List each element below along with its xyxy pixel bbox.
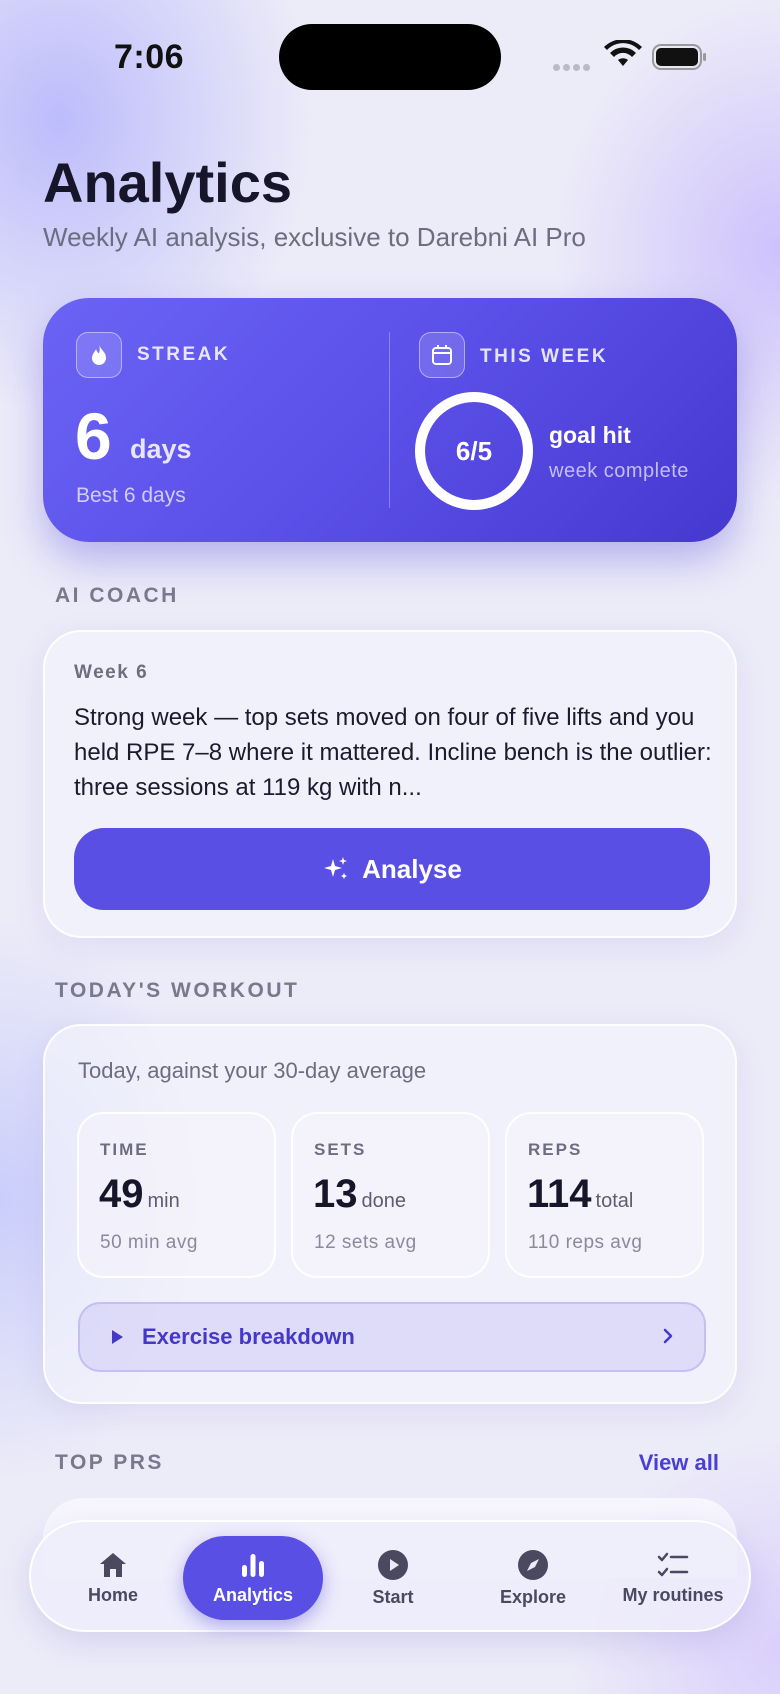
status-time: 7:06 <box>114 38 185 76</box>
checklist-icon <box>657 1552 689 1576</box>
streak-label: STREAK <box>137 344 231 365</box>
view-all-link[interactable]: View all <box>639 1450 719 1476</box>
tab-start[interactable]: Start <box>323 1536 463 1620</box>
stat-reps: REPS 114 total 110 reps avg <box>505 1112 704 1278</box>
cellular-signal-icon <box>553 58 593 71</box>
hero-divider <box>389 332 390 508</box>
flame-icon <box>76 332 122 378</box>
tab-bar: Home Analytics Start Explore My routines <box>29 1520 751 1632</box>
sparkles-icon <box>324 857 348 879</box>
battery-icon <box>652 44 706 70</box>
stat-value: 13 done <box>313 1172 406 1216</box>
tab-label: Analytics <box>212 1584 294 1605</box>
status-bar: 7:06 <box>0 0 780 110</box>
stat-average: 12 sets avg <box>314 1232 417 1253</box>
wifi-icon <box>604 40 642 66</box>
tab-analytics[interactable]: Analytics <box>183 1536 323 1620</box>
streak-unit: days <box>130 434 192 464</box>
todays-workout-card: Today, against your 30-day average TIME … <box>43 1024 737 1404</box>
page-title: Analytics <box>43 151 292 214</box>
home-icon <box>100 1552 126 1577</box>
streak-week-card: STREAK 6 days Best 6 days THIS WEEK 6/5 … <box>43 298 737 542</box>
compass-icon <box>518 1549 548 1580</box>
stat-label: REPS <box>528 1140 583 1159</box>
todays-workout-section-label: TODAY'S WORKOUT <box>55 979 300 1002</box>
stat-value: 114 total <box>527 1172 634 1216</box>
coach-week: Week 6 <box>74 662 149 683</box>
streak-best: Best 6 days <box>76 484 186 507</box>
bar-chart-icon <box>242 1553 264 1577</box>
coach-summary: Strong week — top sets moved on four of … <box>74 704 712 801</box>
streak-value: 6 <box>75 399 112 473</box>
tab-label: My routines <box>622 1584 724 1605</box>
ai-coach-card: Week 6 Strong week — top sets moved on f… <box>43 630 737 938</box>
tab-my-routines[interactable]: My routines <box>603 1536 743 1620</box>
stat-average: 110 reps avg <box>528 1232 643 1253</box>
week-ratio: 6/5 <box>455 435 493 466</box>
exercise-breakdown-label: Exercise breakdown <box>142 1324 355 1349</box>
goal-title: goal hit <box>549 422 631 448</box>
ai-coach-section-label: AI COACH <box>55 584 179 607</box>
stat-time: TIME 49 min 50 min avg <box>77 1112 276 1278</box>
tab-label: Home <box>87 1584 138 1605</box>
exercise-breakdown-button[interactable]: Exercise breakdown <box>78 1302 706 1372</box>
tab-home[interactable]: Home <box>43 1536 183 1620</box>
top-prs-section-label: TOP PRS <box>55 1451 164 1474</box>
analyse-button-label: Analyse <box>362 853 462 884</box>
analyse-button[interactable]: Analyse <box>74 828 710 910</box>
dynamic-island <box>279 24 501 90</box>
calendar-icon <box>419 332 465 378</box>
workout-caption: Today, against your 30-day average <box>78 1058 427 1083</box>
stat-average: 50 min avg <box>100 1232 198 1253</box>
play-circle-icon <box>378 1549 408 1580</box>
disclosure-triangle-icon <box>112 1330 123 1344</box>
stat-sets: SETS 13 done 12 sets avg <box>291 1112 490 1278</box>
tab-explore[interactable]: Explore <box>463 1536 603 1620</box>
stat-label: TIME <box>100 1140 149 1159</box>
goal-subtitle: week complete <box>549 460 689 482</box>
tab-label: Explore <box>499 1586 567 1607</box>
tab-label: Start <box>372 1586 414 1607</box>
stat-value: 49 min <box>99 1172 180 1216</box>
page-subtitle: Weekly AI analysis, exclusive to Darebni… <box>43 222 586 252</box>
stat-label: SETS <box>314 1140 367 1159</box>
this-week-label: THIS WEEK <box>480 346 609 367</box>
chevron-right-icon <box>663 1328 673 1344</box>
